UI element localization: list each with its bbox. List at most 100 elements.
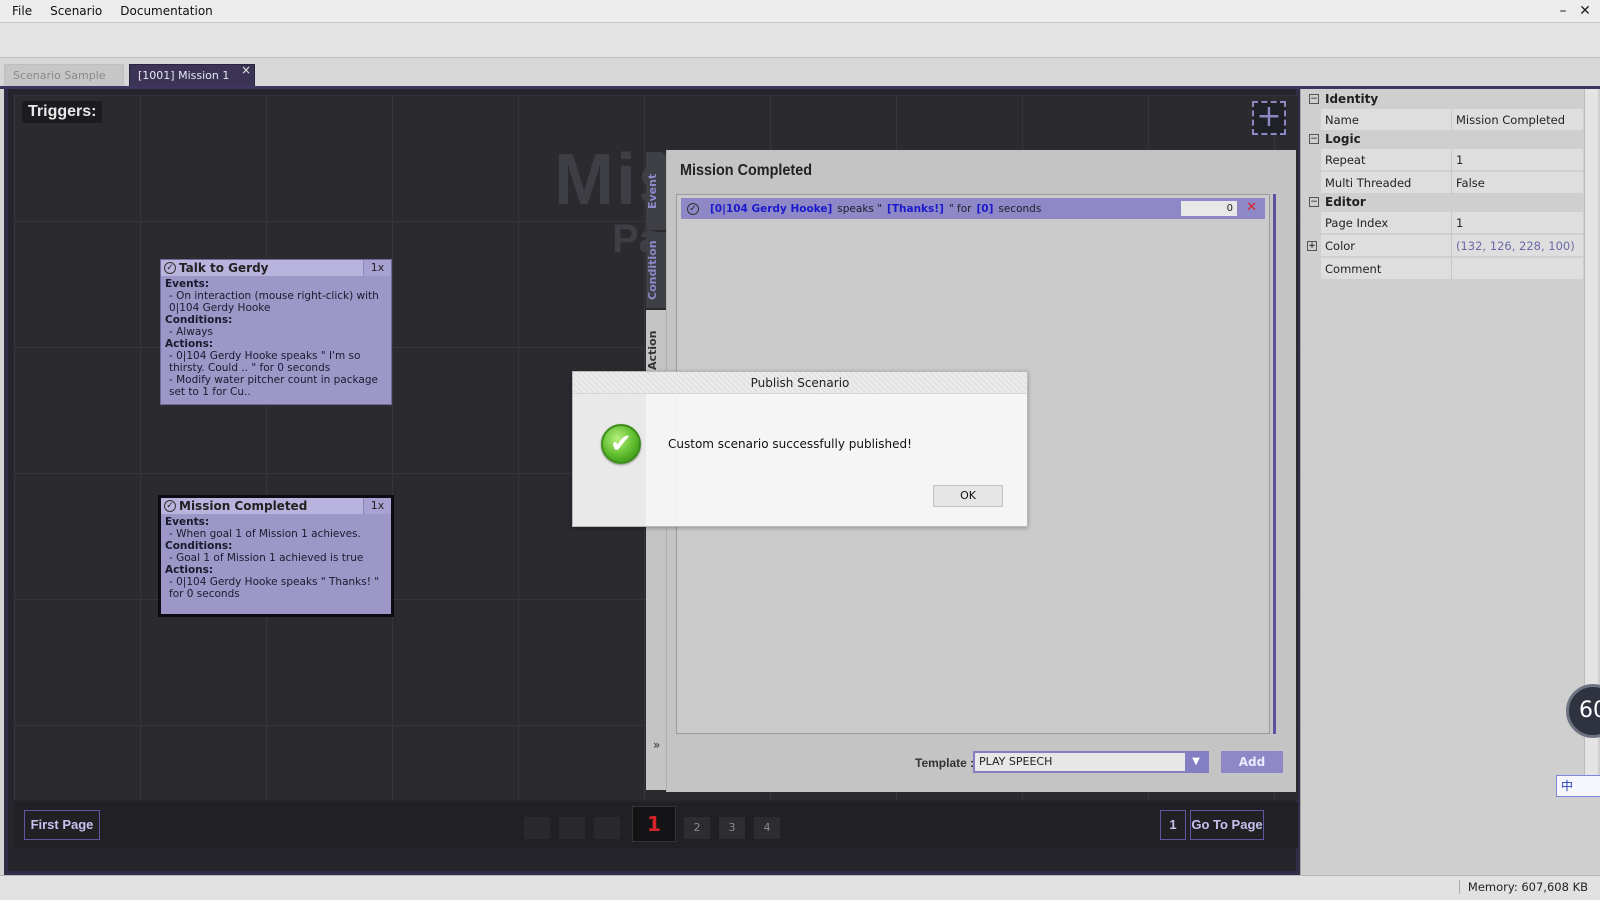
publish-dialog: Publish Scenario ✔ Custom scenario succe… [572,371,1028,527]
action-order-input[interactable]: 0 [1181,201,1237,216]
card-repeat-count: 1x [363,498,391,514]
card-body: Events: - On interaction (mouse right-cl… [161,276,391,404]
action-speech[interactable]: [Thanks!] [887,203,944,215]
tab-mission-1[interactable]: [1001] Mission 1 × [129,63,255,86]
toolbar [0,23,1600,58]
ime-indicator[interactable]: 中 [1556,775,1600,797]
card-events: - On interaction (mouse right-click) wit… [169,290,379,314]
menu-documentation[interactable]: Documentation [111,0,222,23]
tab-condition[interactable]: Condition [646,232,666,308]
prop-value-page-index[interactable]: 1 [1451,212,1583,234]
chevron-down-icon[interactable]: ▼ [1185,753,1207,771]
prop-row-page-index[interactable]: Page Index 1 [1321,212,1583,234]
card-repeat-count: 1x [363,260,391,276]
card-conditions-heading: Conditions: [165,540,233,552]
card-header: ✓ Mission Completed 1x [161,498,391,514]
prop-value-comment[interactable] [1451,258,1583,280]
window-controls: – ✕ [1556,2,1592,20]
action-text: speaks " [837,202,883,215]
card-action: - Modify water pitcher count in package … [169,374,378,398]
group-logic[interactable]: − Logic [1305,129,1583,149]
card-title: Mission Completed [179,499,308,513]
action-actor[interactable]: [0|104 Gerdy Hooke] [710,203,832,215]
card-conditions-heading: Conditions: [165,314,233,326]
group-identity[interactable]: − Identity [1305,89,1583,109]
action-text: seconds [998,202,1042,215]
collapse-icon[interactable]: − [1309,94,1319,104]
prop-key: Name [1325,113,1359,127]
template-dropdown[interactable]: PLAY SPEECH ▼ [973,751,1209,773]
prop-value-color[interactable]: (132, 126, 228, 100) [1451,235,1583,257]
delete-icon[interactable]: ✕ [1246,200,1257,215]
menu-scenario[interactable]: Scenario [41,0,111,23]
expand-icon[interactable]: » [653,738,660,752]
prop-key: Multi Threaded [1325,176,1412,190]
prop-row-color[interactable]: + Color (132, 126, 228, 100) [1307,235,1583,257]
success-check-icon: ✔ [601,424,641,464]
add-trigger-icon[interactable]: + [1252,101,1286,135]
action-list-scrollbar[interactable] [1273,194,1276,734]
trigger-card-talk-to-gerdy[interactable]: ✓ Talk to Gerdy 1x Events: - On interact… [160,259,392,405]
card-events-heading: Events: [165,516,210,528]
page-number-input[interactable]: 1 [1160,810,1186,840]
action-seconds[interactable]: [0] [976,203,993,215]
check-circle-icon: ✓ [164,262,176,274]
collapse-icon[interactable]: − [1309,197,1319,207]
first-page-button[interactable]: First Page [24,810,100,840]
check-circle-icon[interactable]: ✓ [687,202,699,215]
minimize-icon[interactable]: – [1556,2,1570,20]
add-action-button[interactable]: Add [1221,751,1283,773]
prop-value-multi-threaded[interactable]: False [1451,172,1583,194]
prop-key: Page Index [1325,216,1389,230]
check-circle-icon: ✓ [164,500,176,512]
card-title: Talk to Gerdy [179,261,269,275]
prop-key: Color [1325,239,1356,253]
tab-event[interactable]: Event [646,152,666,230]
menu-bar: File Scenario Documentation – ✕ [0,0,1600,23]
card-events-heading: Events: [165,278,210,290]
ok-button[interactable]: OK [933,485,1003,507]
prop-row-comment[interactable]: Comment [1321,258,1583,280]
tab-scenario-sample[interactable]: Scenario Sample [4,64,124,86]
action-text: " for [948,202,972,215]
card-actions-heading: Actions: [165,564,214,576]
prop-value-repeat[interactable]: 1 [1451,149,1583,171]
panel-title: Mission Completed [680,162,813,179]
group-label: Identity [1325,92,1379,106]
properties-scrollbar[interactable] [1584,89,1598,779]
group-editor[interactable]: − Editor [1305,192,1583,212]
card-conditions: - Goal 1 of Mission 1 achieved is true [169,552,364,564]
tab-close-icon[interactable]: × [241,59,251,81]
group-label: Logic [1325,132,1361,146]
menu-file[interactable]: File [0,0,41,23]
card-action: - 0|104 Gerdy Hooke speaks " I'm so thir… [169,350,361,374]
prop-row-multi-threaded[interactable]: Multi Threaded False [1321,172,1583,194]
prop-row-repeat[interactable]: Repeat 1 [1321,149,1583,171]
page-slot [524,817,550,839]
prop-row-name[interactable]: Name Mission Completed [1321,109,1583,131]
card-body: Events: - When goal 1 of Mission 1 achie… [161,514,391,614]
go-to-page-button[interactable]: Go To Page [1190,810,1264,840]
page-2-button[interactable]: 2 [684,817,710,839]
memory-usage: Memory: 607,608 KB [1458,880,1588,894]
close-window-icon[interactable]: ✕ [1578,2,1592,20]
action-row[interactable]: ✓ [0|104 Gerdy Hooke] speaks " [Thanks!]… [681,198,1265,219]
prop-key: Comment [1325,262,1382,276]
card-events: - When goal 1 of Mission 1 achieves. [169,528,361,540]
page-4-button[interactable]: 4 [754,817,780,839]
page-slot [559,817,585,839]
collapse-icon[interactable]: − [1309,134,1319,144]
current-page[interactable]: 1 [632,806,676,842]
expand-icon[interactable]: + [1307,241,1317,251]
template-value: PLAY SPEECH [979,755,1053,768]
group-label: Editor [1325,195,1366,209]
prop-value-name[interactable]: Mission Completed [1451,109,1583,131]
dialog-title: Publish Scenario [573,372,1027,394]
triggers-heading: Triggers: [22,101,103,123]
template-label: Template : [915,756,975,770]
trigger-card-mission-completed[interactable]: ✓ Mission Completed 1x Events: - When go… [158,495,394,617]
dialog-message: Custom scenario successfully published! [668,437,912,451]
page-3-button[interactable]: 3 [719,817,745,839]
card-actions-heading: Actions: [165,338,214,350]
status-bar: Memory: 607,608 KB [0,875,1600,900]
